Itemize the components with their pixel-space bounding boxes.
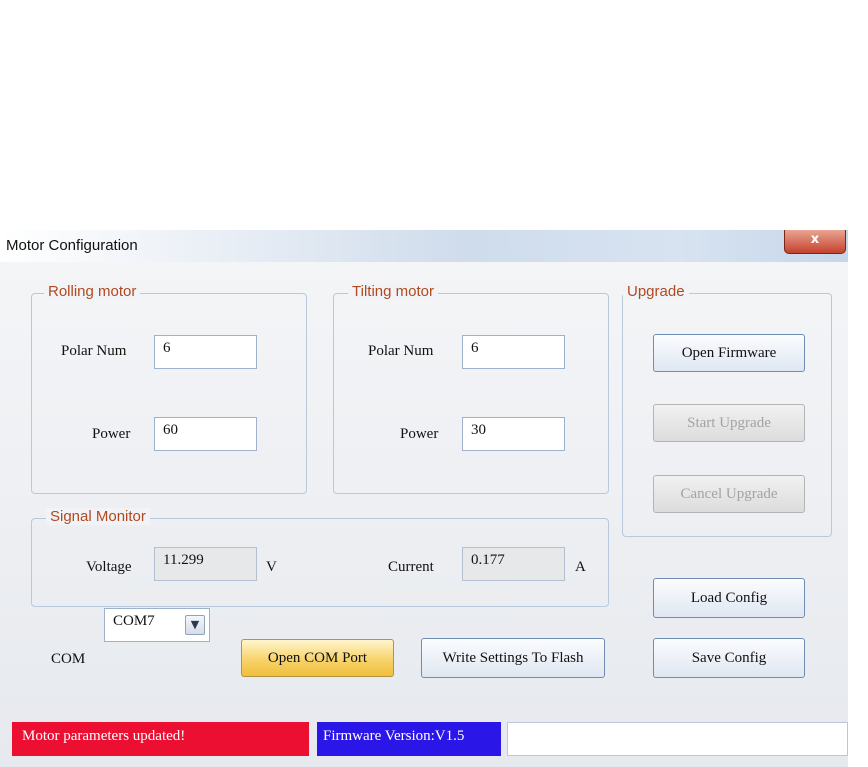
tilting-polar-input[interactable]: 6: [462, 335, 565, 369]
save-config-button[interactable]: Save Config: [653, 638, 805, 678]
cancel-upgrade-button[interactable]: Cancel Upgrade: [653, 475, 805, 513]
tilting-power-input[interactable]: 30: [462, 417, 565, 451]
tilting-polar-label: Polar Num: [368, 343, 434, 359]
voltage-unit: V: [266, 559, 277, 575]
load-config-button[interactable]: Load Config: [653, 578, 805, 618]
open-com-port-button[interactable]: Open COM Port: [241, 639, 394, 677]
rolling-polar-input[interactable]: 6: [154, 335, 257, 369]
rolling-motor-title: Rolling motor: [44, 283, 141, 300]
title-bar[interactable]: Motor Configuration x: [0, 230, 848, 262]
current-label: Current: [388, 559, 434, 575]
com-port-select[interactable]: COM7 ▼: [104, 608, 210, 642]
rolling-motor-group: Rolling motor: [31, 283, 307, 494]
voltage-label: Voltage: [86, 559, 132, 575]
current-unit: A: [575, 559, 586, 575]
firmware-version: Firmware Version:V1.5: [317, 722, 501, 756]
close-button[interactable]: x: [784, 230, 846, 254]
upgrade-title: Upgrade: [623, 283, 689, 300]
tilting-power-label: Power: [400, 426, 439, 442]
com-port-value: COM7: [113, 613, 155, 629]
status-extra: [507, 722, 848, 756]
chevron-down-icon[interactable]: ▼: [185, 615, 205, 635]
rolling-power-input[interactable]: 60: [154, 417, 257, 451]
write-settings-button[interactable]: Write Settings To Flash: [421, 638, 605, 678]
tilting-motor-title: Tilting motor: [348, 283, 438, 300]
voltage-readout: 11.299: [154, 547, 257, 581]
rolling-polar-label: Polar Num: [61, 343, 127, 359]
signal-monitor-title: Signal Monitor: [46, 508, 150, 525]
rolling-power-label: Power: [92, 426, 131, 442]
open-firmware-button[interactable]: Open Firmware: [653, 334, 805, 372]
window-title: Motor Configuration: [6, 237, 138, 254]
start-upgrade-button[interactable]: Start Upgrade: [653, 404, 805, 442]
status-message: Motor parameters updated!: [12, 722, 309, 756]
current-readout: 0.177: [462, 547, 565, 581]
close-icon: x: [810, 232, 820, 247]
tilting-motor-group: Tilting motor: [333, 283, 609, 494]
com-label: COM: [51, 651, 86, 667]
